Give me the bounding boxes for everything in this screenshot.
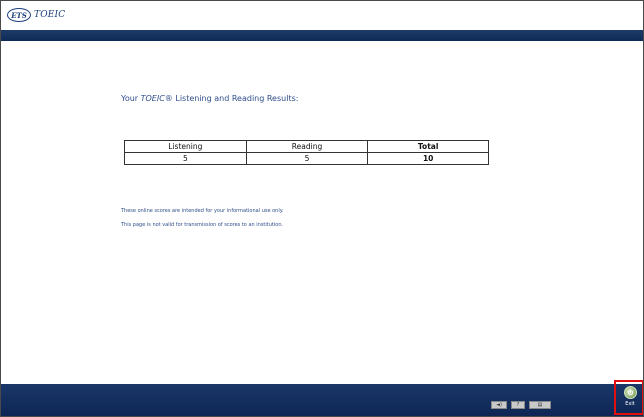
score-total: 10: [367, 152, 489, 165]
toeic-logo: ETS TOEIC: [7, 7, 65, 23]
exit-button[interactable]: Exit: [621, 386, 639, 408]
media-controls: ◄) ? ▤: [491, 401, 551, 409]
page-title: Your TOEIC® Listening and Reading Result…: [121, 94, 298, 103]
table-row: 5 5 10: [124, 152, 489, 165]
note-not-valid: This page is not valid for transmission …: [121, 222, 284, 228]
bottom-band: [1, 384, 643, 416]
score-listening: 5: [124, 152, 247, 165]
note-informational: These online scores are intended for you…: [121, 208, 284, 214]
title-prefix: Your: [121, 94, 141, 103]
top-band: [1, 30, 643, 41]
header-listening: Listening: [124, 140, 247, 153]
header: ETS TOEIC: [1, 1, 643, 30]
logo-text: TOEIC: [34, 10, 66, 20]
help-icon[interactable]: ?: [511, 401, 525, 409]
ets-badge: ETS: [7, 8, 31, 22]
app-window: ETS TOEIC Your TOEIC® Listening and Read…: [0, 0, 644, 417]
exit-icon[interactable]: [623, 386, 637, 399]
title-brand: TOEIC®: [140, 94, 173, 103]
scores-table: Listening Reading Total 5 5 10: [124, 140, 489, 165]
header-reading: Reading: [245, 140, 369, 153]
settings-icon[interactable]: ▤: [529, 401, 551, 409]
title-suffix: Listening and Reading Results:: [172, 94, 299, 103]
volume-icon[interactable]: ◄): [491, 401, 507, 409]
header-total: Total: [367, 140, 489, 153]
exit-label: Exit: [625, 401, 635, 407]
score-reading: 5: [245, 152, 369, 165]
table-header-row: Listening Reading Total: [124, 140, 489, 153]
